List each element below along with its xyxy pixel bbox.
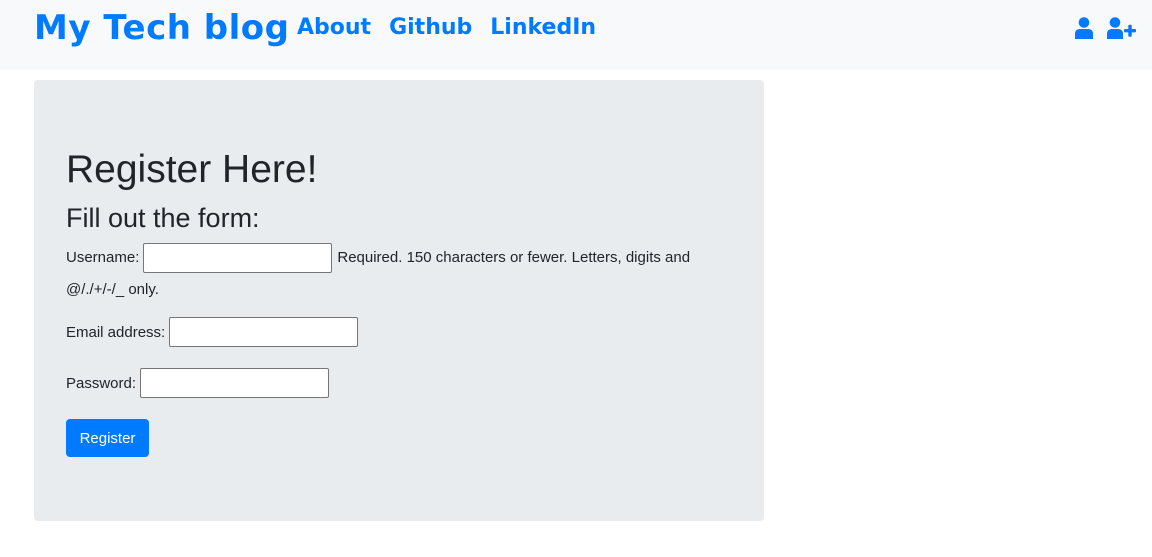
nav-icons: [1075, 17, 1136, 39]
navbar: My Tech blog About Github LinkedIn: [0, 0, 1152, 70]
form-subtitle: Fill out the form:: [66, 203, 260, 233]
user-plus-icon[interactable]: [1107, 17, 1136, 39]
page-title: Register Here!: [66, 148, 318, 191]
nav-link-about[interactable]: About: [297, 15, 371, 40]
password-row: Password:: [66, 368, 334, 398]
nav-link-github[interactable]: Github: [389, 15, 472, 40]
username-help-text: Required. 150 characters or fewer. Lette…: [337, 249, 691, 267]
nav-links: About Github LinkedIn: [297, 15, 596, 40]
email-input[interactable]: [169, 317, 359, 347]
user-icon[interactable]: [1075, 17, 1093, 39]
email-label: Email address:: [66, 323, 166, 341]
username-label: Username:: [66, 249, 140, 267]
register-button[interactable]: Register: [66, 419, 149, 457]
username-input[interactable]: [143, 243, 333, 274]
email-row: Email address:: [66, 317, 363, 347]
username-row: Username: Required. 150 characters or few…: [66, 242, 746, 274]
nav-link-linkedin[interactable]: LinkedIn: [490, 15, 596, 40]
password-label: Password:: [66, 374, 137, 392]
brand-link[interactable]: My Tech blog: [34, 8, 289, 48]
password-input[interactable]: [140, 368, 330, 398]
register-card: Register Here! Fill out the form: Userna…: [34, 80, 764, 521]
username-help-text-continued: @/./+/-/_ only.: [66, 281, 159, 298]
